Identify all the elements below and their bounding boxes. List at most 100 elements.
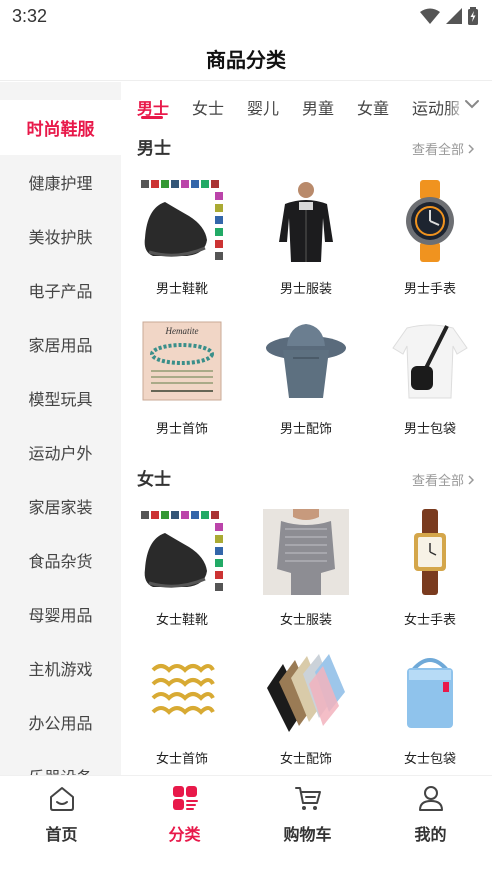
sidebar-item-label: 健康护理: [28, 174, 93, 193]
chevron-right-icon: [468, 474, 474, 485]
sidebar-item-beauty[interactable]: 美妆护肤: [0, 209, 121, 263]
sling-bag-icon: [392, 324, 468, 399]
home-icon: [49, 787, 74, 811]
product-women-clothing[interactable]: 女士服装: [251, 509, 361, 639]
battery-icon: [468, 7, 478, 25]
tab-boys[interactable]: 男童: [302, 95, 334, 119]
product-men-jewelry[interactable]: Hematite 男士首饰: [127, 318, 237, 448]
product-label: 男士包袋: [403, 422, 456, 437]
sidebar-item-games[interactable]: 主机游戏: [0, 641, 121, 695]
hair-rings-icon: [151, 664, 215, 715]
cooler-bag-icon: [407, 658, 453, 728]
nav-label: 购物车: [283, 825, 332, 844]
status-bar: 3:32: [0, 0, 492, 34]
nav-category[interactable]: 分类: [123, 784, 246, 845]
chevron-down-icon[interactable]: [464, 98, 480, 110]
sidebar-item-office[interactable]: 办公用品: [0, 695, 121, 749]
nav-cart[interactable]: 购物车: [246, 784, 369, 845]
gold-watch-icon: [414, 509, 446, 595]
product-women-accessories[interactable]: 女士配饰: [251, 648, 361, 775]
product-men-clothing[interactable]: 男士服装: [251, 178, 361, 308]
product-label: 男士手表: [403, 282, 456, 297]
status-icons: [420, 7, 478, 25]
view-all-label: 查看全部: [411, 474, 464, 489]
product-men-watches[interactable]: 男士手表: [375, 178, 485, 308]
tab-women[interactable]: 女士: [192, 95, 224, 119]
sidebar-item-baby[interactable]: 母婴用品: [0, 587, 121, 641]
sidebar-item-label: 母婴用品: [28, 606, 93, 625]
sidebar-item-label: 电子产品: [28, 282, 93, 301]
sidebar-item-label: 运动户外: [28, 444, 93, 463]
subcategory-tabs: 男士 女士 婴儿 男童 女童 运动服: [121, 82, 492, 128]
sidebar-item-home-improvement[interactable]: 家居家装: [0, 479, 121, 533]
wifi-icon: [420, 8, 440, 24]
signal-icon: [446, 8, 462, 24]
product-label: 女士首饰: [155, 752, 208, 767]
cart-icon: [294, 787, 321, 810]
status-time: 3:32: [12, 6, 48, 26]
view-all-label: 查看全部: [411, 143, 464, 158]
product-label: 女士包袋: [403, 752, 456, 767]
sidebar-item-outdoor[interactable]: 运动户外: [0, 425, 121, 479]
water-shoe-icon: [141, 511, 223, 591]
product-label: 女士手表: [403, 613, 456, 628]
category-icon: [172, 786, 198, 810]
tab-baby[interactable]: 婴儿: [247, 95, 279, 119]
sleeves-icon: [267, 654, 345, 732]
product-women-jewelry[interactable]: 女士首饰: [127, 648, 237, 775]
sidebar-item-label: 办公用品: [28, 714, 93, 733]
section-title-women: 女士: [137, 470, 171, 490]
sidebar-item-label: 家居家装: [28, 498, 93, 517]
bottom-nav: 首页 分类 购物车 我的: [0, 775, 492, 875]
sidebar-item-label: 模型玩具: [28, 390, 93, 409]
sidebar-item-label: 食品杂货: [28, 552, 93, 571]
product-women-watches[interactable]: 女士手表: [375, 509, 485, 639]
sidebar-item-household[interactable]: 家居用品: [0, 317, 121, 371]
nav-label: 我的: [414, 825, 447, 844]
hat-icon: [266, 324, 346, 398]
sidebar-item-grocery[interactable]: 食品杂货: [0, 533, 121, 587]
jacket-icon: [279, 182, 333, 262]
top-icon: [263, 509, 349, 595]
product-label: 女士配饰: [279, 752, 332, 767]
sidebar-item-label: 主机游戏: [28, 660, 93, 679]
sidebar-item-health[interactable]: 健康护理: [0, 155, 121, 209]
product-men-accessories[interactable]: 男士配饰: [251, 318, 361, 448]
category-content[interactable]: 男士 女士 婴儿 男童 女童 运动服 男士 查看全部 男士鞋靴 男士服装 男士手…: [121, 82, 492, 775]
water-shoe-icon: [141, 180, 223, 260]
sidebar-item-fashion[interactable]: 时尚鞋服: [0, 100, 121, 155]
chevron-right-icon: [468, 143, 474, 154]
product-women-shoes[interactable]: 女士鞋靴: [127, 509, 237, 639]
product-label: 男士首饰: [155, 422, 208, 437]
nav-profile[interactable]: 我的: [369, 784, 492, 845]
category-sidebar[interactable]: 时尚鞋服 健康护理 美妆护肤 电子产品 家居用品 模型玩具 运动户外 家居家装 …: [0, 82, 121, 775]
tab-girls[interactable]: 女童: [357, 95, 389, 119]
page-title: 商品分类: [206, 48, 286, 72]
sidebar-item-instruments[interactable]: 乐器设备: [0, 749, 121, 775]
header: 商品分类: [0, 34, 492, 81]
sidebar-item-electronics[interactable]: 电子产品: [0, 263, 121, 317]
product-label: 女士鞋靴: [155, 613, 208, 628]
product-label: 男士配饰: [279, 422, 332, 437]
product-label: 女士服装: [279, 613, 332, 628]
svg-text:Hematite: Hematite: [165, 326, 199, 336]
sidebar-item-toys[interactable]: 模型玩具: [0, 371, 121, 425]
sidebar-item-label: 乐器设备: [28, 764, 92, 775]
product-label: 男士服装: [279, 282, 332, 297]
product-label: 男士鞋靴: [155, 282, 208, 297]
nav-label: 分类: [168, 825, 201, 844]
view-all-men-link[interactable]: 查看全部: [412, 139, 474, 158]
product-men-bags[interactable]: 男士包袋: [375, 318, 485, 448]
sidebar-item-label: 美妆护肤: [28, 228, 93, 247]
sidebar-item-label: 时尚鞋服: [26, 120, 95, 140]
product-women-bags[interactable]: 女士包袋: [375, 648, 485, 775]
tab-active-indicator: [141, 116, 163, 119]
watch-icon: [406, 180, 454, 262]
view-all-women-link[interactable]: 查看全部: [412, 470, 474, 489]
nav-label: 首页: [45, 825, 78, 844]
user-icon: [418, 786, 443, 811]
nav-home[interactable]: 首页: [0, 784, 123, 845]
product-men-shoes[interactable]: 男士鞋靴: [127, 178, 237, 308]
sidebar-item-label: 家居用品: [28, 336, 93, 355]
section-title-men: 男士: [137, 139, 171, 159]
